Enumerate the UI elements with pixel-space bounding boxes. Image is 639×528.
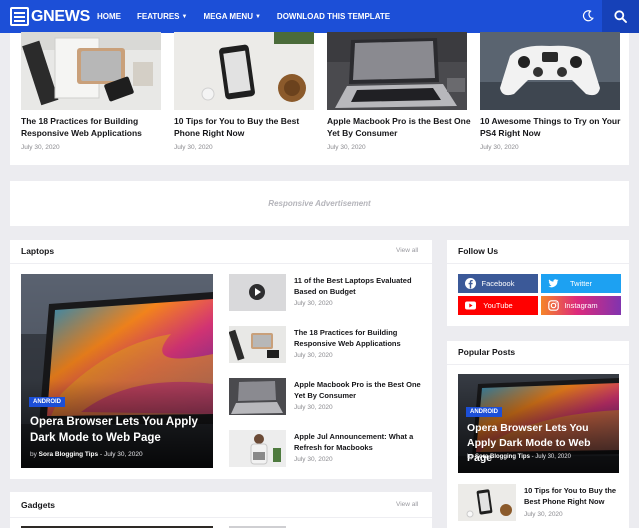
moon-icon[interactable] xyxy=(582,10,594,22)
view-all-link[interactable]: View all xyxy=(396,501,418,508)
post-date: July 30, 2020 xyxy=(524,511,563,518)
network-label: Facebook xyxy=(481,279,515,288)
search-button[interactable] xyxy=(602,0,639,33)
post-thumbnail[interactable] xyxy=(327,32,467,110)
network-label: Instagram xyxy=(564,301,598,310)
list-item[interactable]: 11 of the Best Laptops Evaluated Based o… xyxy=(229,274,429,314)
list-item[interactable]: The 18 Practices for Building Responsive… xyxy=(229,326,429,366)
popular-featured-post[interactable]: ANDROID Opera Browser Lets You Apply Dar… xyxy=(458,374,619,473)
advertisement-label: Responsive Advertisement xyxy=(268,199,371,208)
top-nav-bar: GNEWS HOME FEATURES ▼ MEGA MENU ▼ DOWNLOAD… xyxy=(0,0,639,33)
menu-item-features[interactable]: FEATURES ▼ xyxy=(137,12,187,21)
widget-divider xyxy=(447,263,629,264)
post-date: July 30, 2020 xyxy=(174,144,213,151)
featured-post[interactable]: ANDROID Opera Browser Lets You Apply Dar… xyxy=(21,274,213,468)
top-post-card[interactable]: The 18 Practices for Building Responsive… xyxy=(21,32,161,151)
category-tag[interactable]: ANDROID xyxy=(29,397,65,407)
logo-text: GNEWS xyxy=(31,7,90,25)
list-item[interactable]: Apple Jul Announcement: What a Refresh f… xyxy=(229,430,429,470)
section-divider xyxy=(10,517,432,518)
post-author[interactable]: Sora Blogging Tips xyxy=(475,454,530,460)
post-thumbnail[interactable] xyxy=(21,32,161,110)
menu-item-mega-menu[interactable]: MEGA MENU ▼ xyxy=(203,12,260,21)
gadgets-section: Gadgets View all xyxy=(10,492,432,528)
widget-title: Popular Posts xyxy=(458,347,516,357)
by-label: by xyxy=(467,454,476,460)
post-date: July 30, 2020 xyxy=(327,144,366,151)
menu-item-label: HOME xyxy=(97,12,121,21)
section-title: Gadgets xyxy=(21,500,56,510)
list-item[interactable]: 10 Tips for You to Buy the Best Phone Ri… xyxy=(458,484,628,524)
post-thumbnail[interactable] xyxy=(229,274,286,311)
widget-title: Follow Us xyxy=(458,246,499,256)
post-title[interactable]: 10 Awesome Things to Try on Your PS4 Rig… xyxy=(480,115,625,139)
post-meta: by Sora Blogging Tips - July 30, 2020 xyxy=(30,451,143,458)
post-thumbnail[interactable] xyxy=(174,32,314,110)
post-title[interactable]: 10 Tips for You to Buy the Best Phone Ri… xyxy=(524,485,624,507)
post-thumbnail[interactable] xyxy=(229,326,286,363)
list-item[interactable]: Apple Macbook Pro is the Best One Yet By… xyxy=(229,378,429,418)
post-date: July 30, 2020 xyxy=(294,404,333,411)
search-icon xyxy=(614,10,627,23)
view-all-link[interactable]: View all xyxy=(396,247,418,254)
follow-us-widget: Follow Us Facebook Twitter YouTube Insta… xyxy=(447,240,629,326)
youtube-button[interactable]: YouTube xyxy=(458,296,538,315)
post-date: July 30, 2020 xyxy=(294,352,333,359)
post-thumbnail[interactable] xyxy=(458,484,516,521)
youtube-icon xyxy=(465,300,476,311)
post-date: July 30, 2020 xyxy=(294,300,333,307)
meta-separator: - xyxy=(531,454,534,460)
network-label: Twitter xyxy=(569,279,593,288)
widget-divider xyxy=(447,364,629,365)
post-date: July 30, 2020 xyxy=(535,454,571,460)
post-date: July 30, 2020 xyxy=(294,456,333,463)
menu-item-home[interactable]: HOME xyxy=(97,12,121,21)
advertisement-slot[interactable]: Responsive Advertisement xyxy=(10,181,629,226)
section-title: Laptops xyxy=(21,246,55,256)
facebook-button[interactable]: Facebook xyxy=(458,274,538,293)
logo-mark-icon xyxy=(10,7,29,26)
post-meta: by Sora Blogging Tips - July 30, 2020 xyxy=(467,454,571,460)
post-title[interactable]: Apple Macbook Pro is the Best One Yet By… xyxy=(327,115,472,139)
post-title[interactable]: The 18 Practices for Building Responsive… xyxy=(294,327,426,349)
top-posts-panel: The 18 Practices for Building Responsive… xyxy=(10,32,629,165)
twitter-button[interactable]: Twitter xyxy=(541,274,621,293)
network-label: YouTube xyxy=(483,301,513,310)
top-post-card[interactable]: 10 Tips for You to Buy the Best Phone Ri… xyxy=(174,32,314,151)
section-divider xyxy=(10,263,432,264)
popular-posts-widget: Popular Posts ANDROID Opera Browser Lets… xyxy=(447,341,629,528)
post-title[interactable]: Apple Macbook Pro is the Best One Yet By… xyxy=(294,379,426,401)
post-author[interactable]: Sora Blogging Tips xyxy=(39,451,98,458)
post-thumbnail[interactable] xyxy=(480,32,620,110)
menu-item-label: DOWNLOAD THIS TEMPLATE xyxy=(276,12,391,21)
category-tag[interactable]: ANDROID xyxy=(466,407,502,417)
post-title[interactable]: 11 of the Best Laptops Evaluated Based o… xyxy=(294,275,426,297)
meta-separator: - xyxy=(99,451,103,458)
post-thumbnail[interactable] xyxy=(229,378,286,415)
chevron-down-icon: ▼ xyxy=(254,13,261,20)
post-date: July 30, 2020 xyxy=(21,144,60,151)
by-label: by xyxy=(30,451,39,458)
featured-post-title[interactable]: Opera Browser Lets You Apply Dark Mode t… xyxy=(30,414,210,446)
instagram-button[interactable]: Instagram xyxy=(541,296,621,315)
post-title[interactable]: 10 Tips for You to Buy the Best Phone Ri… xyxy=(174,115,319,139)
twitter-icon xyxy=(548,278,559,289)
menu-item-download[interactable]: DOWNLOAD THIS TEMPLATE xyxy=(277,12,390,21)
facebook-icon xyxy=(465,278,476,289)
main-menu: HOME FEATURES ▼ MEGA MENU ▼ DOWNLOAD THIS … xyxy=(97,0,406,33)
laptops-section: Laptops View all ANDROID Opera Browser L… xyxy=(10,240,432,479)
post-title[interactable]: Apple Jul Announcement: What a Refresh f… xyxy=(294,431,426,453)
top-post-card[interactable]: Apple Macbook Pro is the Best One Yet By… xyxy=(327,32,471,151)
menu-item-label: FEATURES xyxy=(137,12,180,21)
top-post-card[interactable]: 10 Awesome Things to Try on Your PS4 Rig… xyxy=(480,32,620,151)
post-title[interactable]: The 18 Practices for Building Responsive… xyxy=(21,115,166,139)
instagram-icon xyxy=(548,300,559,311)
chevron-down-icon: ▼ xyxy=(181,13,188,20)
site-logo[interactable]: GNEWS xyxy=(10,7,90,26)
post-date: July 30, 2020 xyxy=(103,451,143,458)
post-thumbnail[interactable] xyxy=(229,430,286,467)
menu-item-label: MEGA MENU xyxy=(203,12,253,21)
post-date: July 30, 2020 xyxy=(480,144,519,151)
